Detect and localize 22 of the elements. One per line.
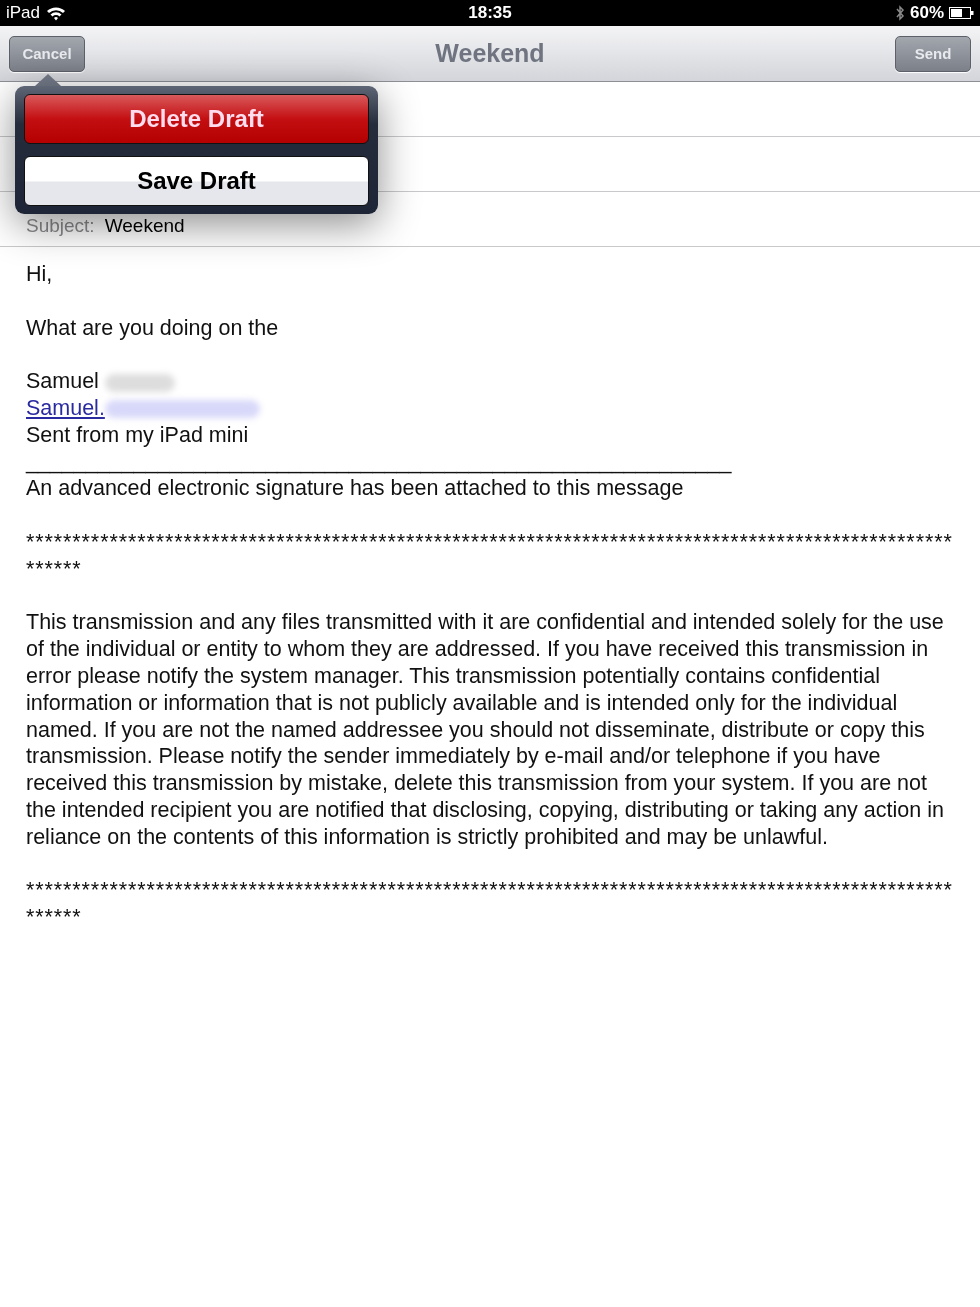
body-text: ___________________________________________________________ (26, 448, 733, 476)
body-text: Sent from my iPad mini (26, 421, 250, 449)
body-text: An advanced electronic signature has been attached to this message (26, 475, 685, 503)
window-title: Weekend (435, 39, 545, 68)
battery-percent: 60% (910, 3, 944, 23)
field-label: Subject: (26, 215, 95, 237)
body-text: This transmission and any files transmitted with it are confidential and intended solely for the use of the individual or entity to whom they are addressed. If you have received this transmission in error please notify the system manager. This transmission potentially contains confidential information or information that is not publicly available and is intended only for the individual named. If you are not the named addressee you should not disseminate, distribute or copy this transmission. Please notify the sender immediately by e-mail and/or telephone if you have received this transmission by mistake, delete this transmission from your system. If you are not the intended recipient you are notified that disclosing, copying, distributing or taking any action in reliance on the contents of this information is strictly prohibited and may be unlawful. (26, 609, 945, 851)
clock: 18:35 (468, 3, 512, 23)
battery-icon (949, 7, 974, 19)
delete-draft-button[interactable]: Delete Draft (24, 94, 369, 144)
save-draft-button[interactable]: Save Draft (24, 156, 369, 206)
signature-name: Samuel (26, 369, 100, 394)
bluetooth-icon (895, 5, 905, 21)
email-link[interactable]: Samuel. (26, 396, 105, 420)
redaction-blur (104, 373, 175, 392)
separator-text: ********************************************************************************************************** (26, 877, 954, 931)
separator-text: ********************************************************************************************************** (26, 528, 954, 583)
body-text: Hi, (26, 261, 54, 288)
body-text: What are you doing on the (26, 314, 280, 342)
wifi-icon (46, 5, 67, 21)
carrier-label: iPad (6, 3, 41, 23)
subject-field[interactable]: Weekend (104, 215, 185, 237)
